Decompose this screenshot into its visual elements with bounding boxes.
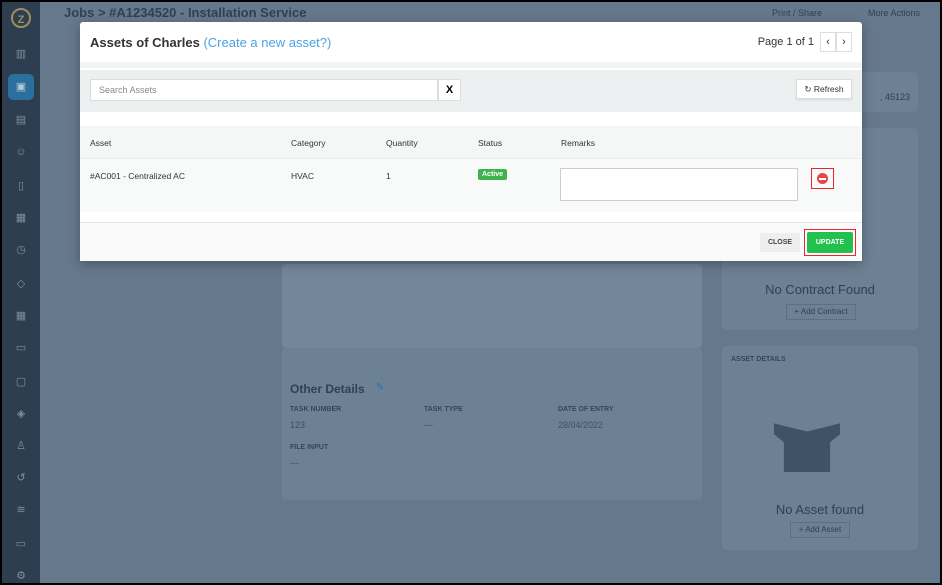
status-badge: Active — [478, 169, 508, 180]
field-value: 28/04/2022 — [558, 420, 604, 430]
asset-details-card: ASSET DETAILS No Asset found + Add Asset — [722, 346, 918, 550]
next-page-button[interactable]: › — [836, 32, 852, 52]
update-button-highlight: UPDATE — [804, 229, 856, 256]
quantity-cell: 1 — [386, 171, 391, 181]
asset-details-title: ASSET DETAILS — [731, 356, 786, 363]
pagination: Page 1 of 1 ‹ › — [758, 32, 852, 52]
users-icon[interactable]: ☺ — [11, 142, 31, 162]
asset-cell: #AC001 - Centralized AC — [90, 171, 185, 181]
add-asset-button[interactable]: + Add Asset — [790, 522, 850, 538]
add-contract-button[interactable]: + Add Contract — [786, 304, 856, 320]
map[interactable] — [282, 264, 702, 348]
breadcrumb: Jobs > #A1234520 - Installation Service — [64, 5, 307, 20]
address-text: , 45123 — [879, 92, 910, 102]
logo-icon: Z — [11, 8, 31, 28]
other-details-title: Other Details — [290, 382, 365, 396]
update-button[interactable]: UPDATE — [807, 232, 853, 253]
briefcase-icon[interactable]: ▭ — [11, 338, 31, 358]
search-bar: Search Assets X ↻ Refresh — [80, 70, 862, 112]
remove-asset-button[interactable] — [811, 168, 834, 189]
table-row: #AC001 - Centralized AC HVAC 1 Active — [80, 158, 862, 212]
history-icon[interactable]: ↺ — [11, 468, 31, 488]
page-indicator: Page 1 of 1 — [757, 36, 814, 48]
calendar-icon[interactable]: ▤ — [11, 110, 31, 130]
assets-modal: Assets of Charles (Create a new asset?) … — [80, 22, 862, 261]
table-icon[interactable]: ▦ — [11, 306, 31, 326]
column-header: Quantity — [386, 138, 418, 148]
box-icon[interactable]: ▢ — [11, 372, 31, 392]
field-value: --- — [424, 420, 433, 430]
cubes-icon[interactable]: ◈ — [11, 404, 31, 424]
monitor-icon[interactable]: ▭ — [11, 534, 31, 554]
refresh-button[interactable]: ↻ Refresh — [796, 79, 852, 99]
search-input[interactable]: Search Assets — [90, 79, 438, 101]
category-cell: HVAC — [291, 171, 314, 181]
dashboard-icon[interactable]: ▥ — [11, 44, 31, 64]
field-label: TASK NUMBER — [290, 406, 342, 413]
create-asset-link[interactable]: (Create a new asset?) — [203, 35, 331, 50]
empty-box-icon — [774, 423, 840, 472]
refresh-icon: ↻ — [804, 84, 812, 94]
layers-icon[interactable]: ≋ — [11, 500, 31, 520]
field-value: --- — [290, 458, 299, 468]
modal-header: Assets of Charles (Create a new asset?) … — [80, 22, 862, 68]
invoice-icon[interactable]: ▯ — [11, 176, 31, 196]
column-header: Asset — [90, 138, 112, 148]
map-icon[interactable]: ▦ — [11, 208, 31, 228]
edit-icon[interactable]: ✎ — [376, 382, 384, 393]
close-button[interactable]: CLOSE — [760, 233, 800, 252]
user-icon[interactable]: ♙ — [11, 436, 31, 456]
more-actions-button[interactable]: More Actions — [868, 8, 920, 19]
clear-search-button[interactable]: X — [438, 79, 461, 101]
print-share-button[interactable]: Print / Share — [772, 8, 822, 19]
field-label: TASK TYPE — [424, 406, 463, 413]
modal-title: Assets of Charles — [90, 34, 200, 50]
column-header: Remarks — [561, 138, 596, 148]
table-header: Asset Category Quantity Status Remarks — [80, 126, 862, 158]
field-label: DATE OF ENTRY — [558, 406, 614, 413]
no-contract-text: No Contract Found — [765, 282, 875, 297]
sidebar: Z ▥ ▣ ▤ ☺ ▯ ▦ ◷ ◇ ▦ ▭ ▢ ◈ ♙ ↺ ≋ ▭ ⚙ — [2, 2, 40, 583]
column-header: Status — [478, 138, 503, 148]
settings-icon[interactable]: ⚙ — [11, 566, 31, 583]
clock-icon[interactable]: ◷ — [11, 240, 31, 260]
remarks-input[interactable] — [560, 168, 798, 201]
refresh-label: Refresh — [813, 84, 844, 94]
other-details-card: Other Details ✎ TASK NUMBER 123 TASK TYP… — [282, 348, 702, 500]
field-label: FILE INPUT — [290, 444, 329, 451]
jobs-icon[interactable]: ▣ — [8, 74, 34, 100]
minus-circle-icon — [817, 173, 828, 184]
app-window: Z ▥ ▣ ▤ ☺ ▯ ▦ ◷ ◇ ▦ ▭ ▢ ◈ ♙ ↺ ≋ ▭ ⚙ Jobs… — [2, 2, 940, 583]
prev-page-button[interactable]: ‹ — [820, 32, 836, 52]
modal-footer: CLOSE UPDATE — [80, 222, 862, 261]
field-value: 123 — [290, 420, 306, 430]
no-asset-text: No Asset found — [775, 502, 865, 517]
column-header: Category — [291, 138, 326, 148]
tag-icon[interactable]: ◇ — [11, 274, 31, 294]
